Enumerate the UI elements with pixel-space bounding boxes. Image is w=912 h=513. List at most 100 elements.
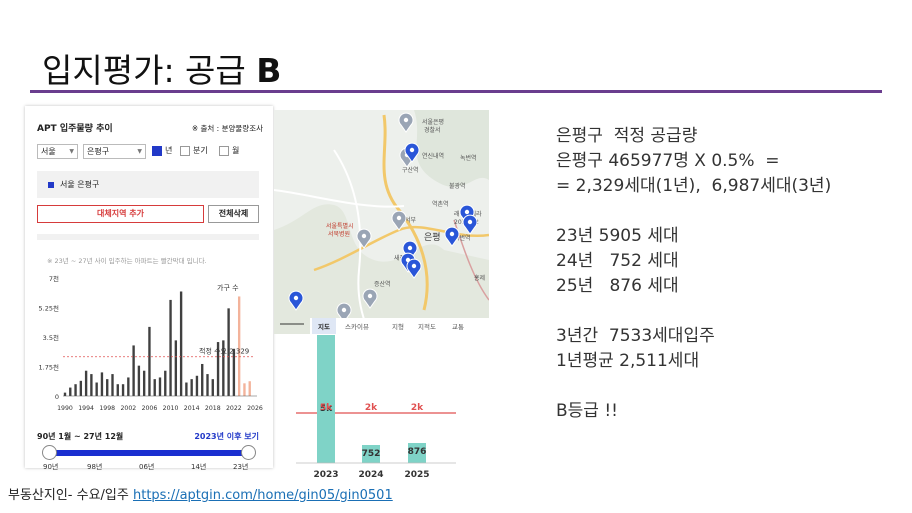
bar xyxy=(248,381,251,396)
y-tick-label: 1.75천 xyxy=(39,363,59,372)
bar xyxy=(111,374,114,396)
slide-title: 입지평가: 공급 B xyxy=(42,44,281,92)
tab-traffic[interactable]: 교통 xyxy=(452,321,464,331)
apt-supply-panel: APT 입주물량 추이 ※ 출처 : 분양물량조사 서울 ▼ 은평구 ▼ 년 분… xyxy=(25,106,273,471)
slider-end-handle[interactable] xyxy=(241,445,256,460)
map-label: 홍제 xyxy=(474,274,485,282)
source-link[interactable]: https://aptgin.com/home/gin05/gin0501 xyxy=(133,488,393,503)
bar xyxy=(84,370,88,396)
period-month-checkbox[interactable] xyxy=(219,146,229,156)
legend-item: 서울 은평구 xyxy=(60,180,100,189)
bar xyxy=(243,383,246,396)
period-quarter-label: 분기 xyxy=(193,146,208,155)
map-canvas: 서울은평 경찰서 연신내역 녹번역 구산역 불광역 역촌역 서울서부 서울특별시… xyxy=(274,110,489,334)
map-label: 증산역 xyxy=(374,280,391,288)
y-tick-label: 7천 xyxy=(49,274,59,283)
tab-skyview[interactable]: 스카이뷰 xyxy=(345,321,369,331)
bar xyxy=(121,384,125,396)
map-label: 녹번역 xyxy=(460,154,477,162)
bar xyxy=(132,345,135,396)
bar xyxy=(95,382,98,396)
info-line xyxy=(556,374,831,399)
demand-label: 2k xyxy=(365,403,378,413)
bar xyxy=(169,299,172,396)
bar xyxy=(201,363,204,396)
slider-tick: 14년 xyxy=(191,463,207,471)
slider-tick: 90년 xyxy=(43,463,59,471)
region-select[interactable]: 서울 ▼ xyxy=(37,144,78,159)
period-year-label: 년 xyxy=(165,146,173,155)
x-tick-label: 1998 xyxy=(99,405,115,412)
bar xyxy=(69,387,72,396)
bar xyxy=(127,377,130,396)
y-tick-label: 5.25천 xyxy=(39,304,59,313)
district-select-value: 은평구 xyxy=(87,147,110,156)
bar xyxy=(79,380,83,396)
info-line: 3년간 7533세대입주 xyxy=(556,326,715,346)
add-region-button[interactable]: 대체지역 추가 xyxy=(37,205,204,223)
delete-all-button[interactable]: 전체삭제 xyxy=(208,205,259,223)
bar xyxy=(232,348,236,396)
map-label: 구산역 xyxy=(402,166,419,174)
district-map[interactable]: 서울은평 경찰서 연신내역 녹번역 구산역 불광역 역촌역 서울서부 서울특별시… xyxy=(274,110,489,334)
info-line xyxy=(556,199,831,224)
map-type-tabs: 지도 스카이뷰 지형 지적도 교통 xyxy=(310,318,489,334)
year-label: 2025 xyxy=(404,470,429,480)
title-prefix: 입지평가: 공급 xyxy=(42,51,257,90)
info-line xyxy=(556,299,831,324)
period-quarter-checkbox[interactable] xyxy=(180,146,190,156)
period-month-label: 월 xyxy=(232,146,240,155)
map-label: 연신내역 xyxy=(422,152,444,160)
bar xyxy=(174,340,178,396)
bar xyxy=(63,392,67,396)
supply-bar xyxy=(317,335,335,463)
bar xyxy=(142,370,146,396)
tab-terrain[interactable]: 지형 xyxy=(392,321,404,331)
year-label: 2024 xyxy=(358,470,383,480)
info-line: = 2,329세대(1년), 6,987세대(3년) xyxy=(556,176,832,196)
tab-cadastral[interactable]: 지적도 xyxy=(418,321,436,331)
bar xyxy=(206,374,209,396)
slider-start-handle[interactable] xyxy=(42,445,57,460)
yearly-supply-chart: 5k 5k 2023 752 2k 2024 876 2k 2025 xyxy=(276,335,456,483)
period-year-checkbox[interactable] xyxy=(152,146,162,156)
divider-band xyxy=(37,234,259,240)
bar xyxy=(158,377,162,396)
x-tick-label: 2022 xyxy=(226,405,242,412)
panel-title: APT 입주물량 추이 xyxy=(37,124,113,134)
bar xyxy=(100,372,104,396)
bar xyxy=(153,379,156,396)
period-slider-track[interactable] xyxy=(49,450,249,456)
region-select-value: 서울 xyxy=(41,147,56,156)
bar xyxy=(116,384,119,396)
bar-value-label: 752 xyxy=(362,449,381,459)
supply-bar-chart: 7천 5.25천 3.5천 1.75천 0 1990 1994 1998 2002 2006 20… xyxy=(39,274,263,412)
slider-tick: 98년 xyxy=(87,463,103,471)
bar xyxy=(190,379,193,396)
slider-tick: 23년 xyxy=(233,463,249,471)
info-line: 1년평균 2,511세대 xyxy=(556,351,700,371)
map-label: 서울특별시 xyxy=(326,222,354,230)
bar xyxy=(164,370,167,396)
panel-source: ※ 출처 : 분양물량조사 xyxy=(191,124,263,133)
x-tick-label: 2026 xyxy=(247,405,263,412)
map-label: 서북병원 xyxy=(328,230,350,238)
chevron-down-icon: ▼ xyxy=(69,148,74,155)
map-label: 은평 xyxy=(424,232,441,243)
after-2023-link[interactable]: 2023년 이후 보기 xyxy=(194,431,259,442)
district-select[interactable]: 은평구 ▼ xyxy=(83,144,146,159)
year-label: 2023 xyxy=(313,470,338,480)
tab-map[interactable]: 지도 xyxy=(318,321,330,331)
demand-label: 2k xyxy=(411,403,424,413)
x-tick-label: 2010 xyxy=(163,405,179,412)
bar xyxy=(211,379,214,396)
map-label: 역촌역 xyxy=(432,200,449,208)
bar xyxy=(137,365,141,396)
x-tick-label: 2018 xyxy=(205,405,221,412)
yearly-supply-svg: 5k5k20237522k20248762k2025 xyxy=(296,335,456,480)
chevron-down-icon: ▼ xyxy=(137,148,142,155)
bar xyxy=(195,375,199,396)
slide: 입지평가: 공급 B APT 입주물량 추이 ※ 출처 : 분양물량조사 서울 … xyxy=(0,0,912,513)
bar xyxy=(106,379,109,396)
title-divider xyxy=(30,90,882,93)
